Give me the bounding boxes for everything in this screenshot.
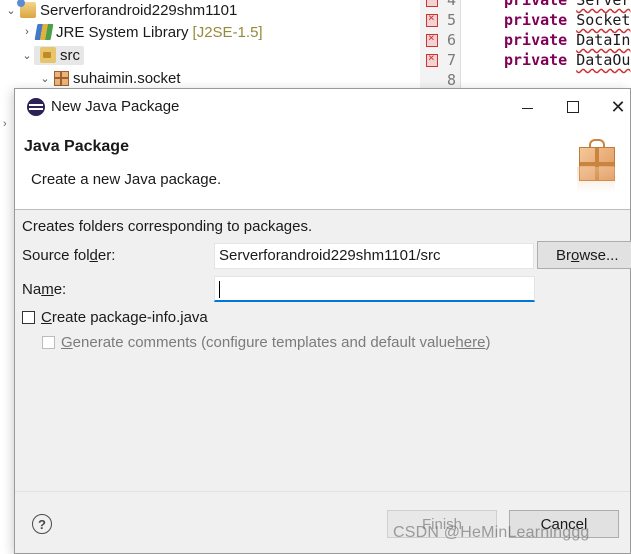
maximize-button[interactable] (553, 93, 593, 121)
jre-label: JRE System Library (56, 23, 189, 41)
jre-version: [J2SE-1.5] (192, 23, 263, 41)
src-selection[interactable]: src (34, 45, 84, 65)
dialog-titlebar[interactable]: New Java Package ✕ (15, 89, 630, 125)
code-type: Socket (576, 11, 631, 29)
code-line: 6 private DataIn (420, 31, 631, 51)
chevron-down-icon[interactable]: ⌄ (20, 49, 34, 62)
tree-item-src[interactable]: ⌄ src (20, 44, 84, 66)
source-folder-icon (40, 47, 56, 63)
code-keyword: private (504, 11, 568, 29)
code-text: private DataIn (504, 31, 630, 49)
package-wizard-icon (577, 139, 617, 193)
help-button[interactable]: ? (32, 514, 52, 534)
create-package-info-checkbox[interactable]: Create package-info.java (22, 307, 208, 327)
code-text: private DataOu (504, 51, 630, 69)
code-text: private Server (504, 0, 630, 9)
generate-comments-checkbox: Generate comments (configure templates a… (42, 332, 490, 352)
description-text: Creates folders corresponding to package… (22, 218, 313, 235)
error-marker-icon (426, 11, 438, 27)
new-java-package-dialog: New Java Package ✕ Java Package Create a… (14, 88, 631, 554)
browse-button[interactable]: Br o wse... (537, 241, 631, 269)
maximize-icon (567, 101, 579, 113)
library-icon (34, 24, 54, 40)
tree-item-jre[interactable]: › JRE System Library [J2SE-1.5] (20, 21, 263, 43)
code-type: DataIn (576, 31, 631, 49)
close-icon: ✕ (610, 96, 626, 117)
code-line: 4 private Server (420, 0, 631, 11)
templates-link: here (455, 333, 486, 351)
code-keyword: private (504, 0, 568, 9)
eclipse-icon (27, 98, 45, 116)
wizard-banner: Java Package Create a new Java package. (15, 125, 630, 210)
source-folder-field[interactable]: Serverforandroid229shm1101/src (214, 243, 534, 269)
code-line: 7 private DataOu (420, 51, 631, 71)
checkbox-box (42, 335, 55, 349)
name-label: Name: (22, 281, 67, 298)
error-marker-icon (426, 31, 438, 47)
code-type: DataOu (576, 51, 631, 69)
line-number: 8 (446, 71, 456, 89)
banner-message: Create a new Java package. (31, 171, 222, 188)
chevron-right-icon[interactable]: › (20, 26, 34, 38)
src-label: src (60, 46, 80, 64)
checkbox-box[interactable] (22, 310, 35, 324)
line-number: 4 (446, 0, 456, 9)
banner-title: Java Package (24, 138, 129, 155)
tree-item-package[interactable]: ⌄ suhaimin.socket (38, 67, 181, 89)
code-type: Server (576, 0, 631, 9)
package-label: suhaimin.socket (73, 69, 181, 87)
code-keyword: private (504, 51, 568, 69)
code-text: private Socket (504, 11, 630, 29)
code-keyword: private (504, 31, 568, 49)
project-label: Serverforandroid229shm1101 (40, 1, 238, 19)
line-number: 7 (446, 51, 456, 69)
package-icon (54, 70, 69, 86)
error-marker-icon (426, 0, 438, 7)
source-folder-label: Source folder: (22, 247, 116, 264)
close-button[interactable]: ✕ (598, 93, 631, 121)
tree-item-project[interactable]: ⌄ Serverforandroid229shm1101 (4, 0, 237, 21)
minimize-icon (521, 107, 533, 109)
code-line: 5 private Socket (420, 11, 631, 31)
line-number: 5 (446, 11, 456, 29)
dialog-title: New Java Package (51, 98, 180, 115)
package-name-input[interactable] (214, 276, 535, 302)
line-number: 6 (446, 31, 456, 49)
text-caret (219, 281, 220, 298)
java-project-icon (17, 0, 36, 18)
watermark: CSDN @HeMinLearninggg (393, 524, 590, 541)
chevron-down-icon[interactable]: ⌄ (38, 72, 52, 85)
chevron-down-icon[interactable]: ⌄ (4, 4, 18, 17)
chevron-right-icon: › (3, 118, 7, 130)
code-editor: 4 private Server 5 private Socket 6 priv… (420, 0, 631, 90)
footer-separator (15, 491, 630, 492)
package-explorer: ⌄ Serverforandroid229shm1101 › JRE Syste… (0, 0, 420, 90)
minimize-button[interactable] (507, 93, 547, 121)
error-marker-icon (426, 51, 438, 67)
help-icon: ? (38, 516, 46, 532)
